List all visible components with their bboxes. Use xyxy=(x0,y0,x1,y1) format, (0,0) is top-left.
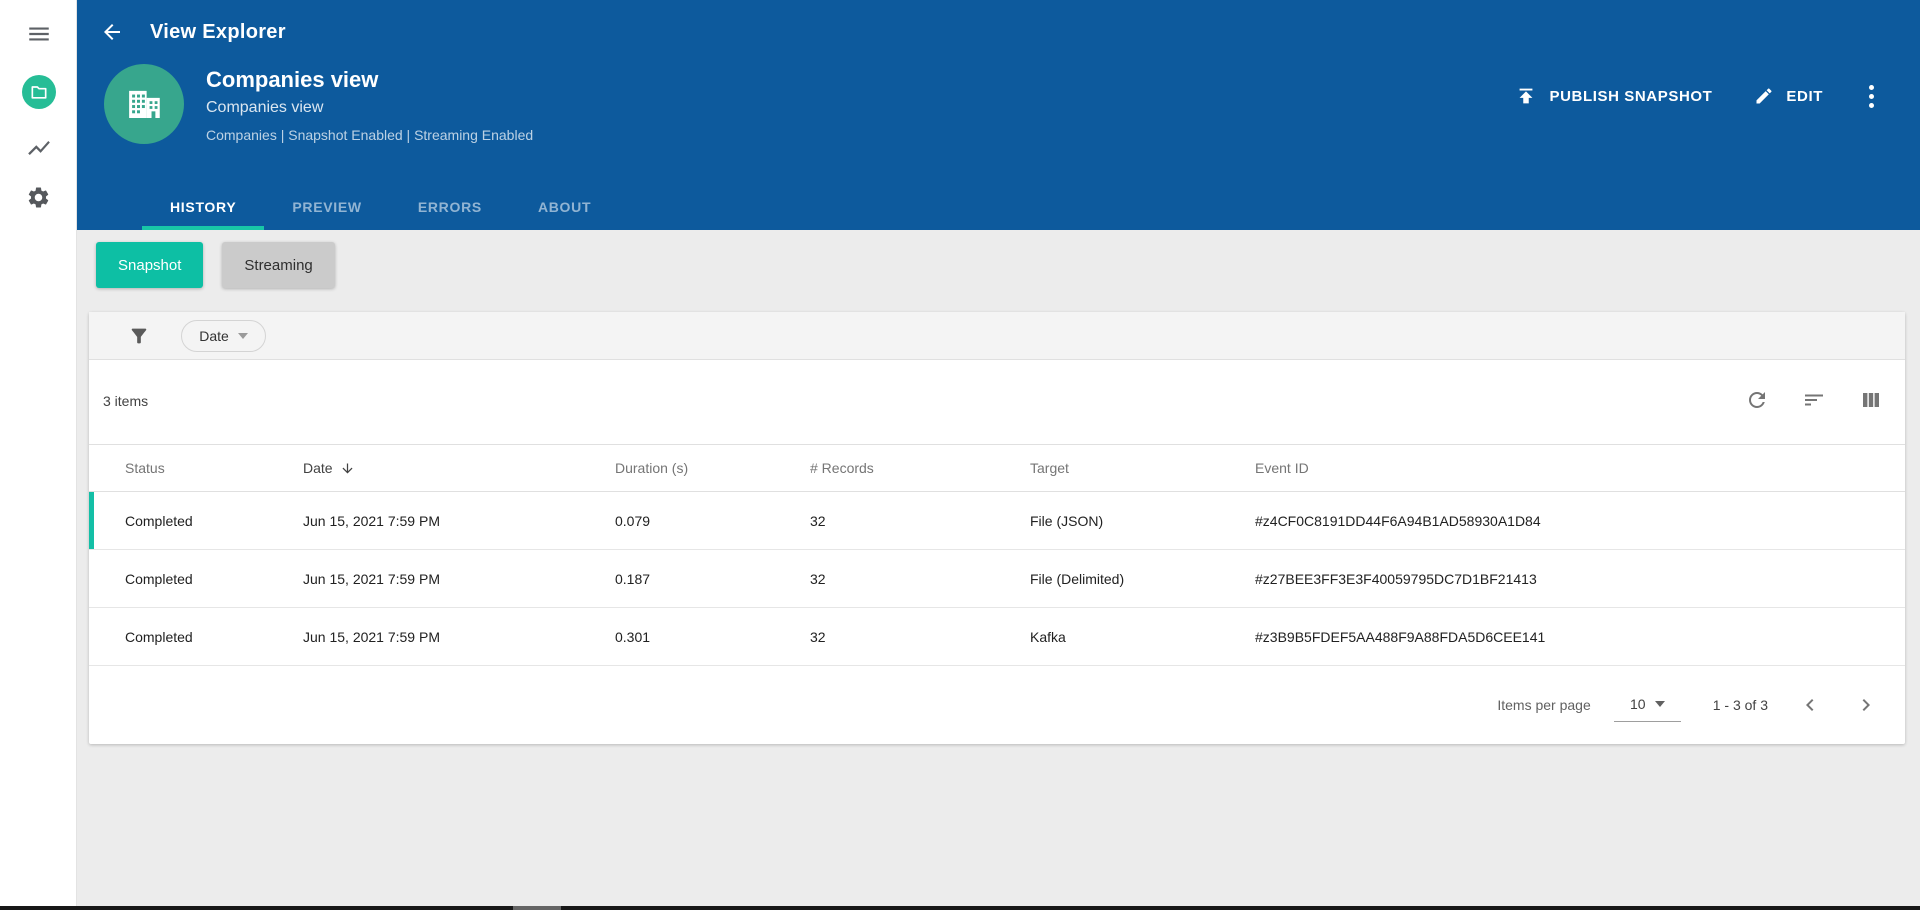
column-header-date[interactable]: Date xyxy=(303,460,615,476)
page-title: View Explorer xyxy=(150,20,286,43)
view-title: Companies view xyxy=(206,67,379,92)
history-table-card: Date 3 items Status Date Duration (s) # … xyxy=(89,312,1905,744)
column-header-event-id[interactable]: Event ID xyxy=(1255,460,1905,476)
cell-event-id: #z3B9B5FDEF5AA488F9A88FDA5D6CEE141 xyxy=(1255,628,1546,645)
view-hero: Companies view Companies view Companies … xyxy=(77,64,1920,145)
cell-date: Jun 15, 2021 7:59 PM xyxy=(303,628,440,645)
sort-icon[interactable] xyxy=(1802,388,1826,412)
cell-records: 32 xyxy=(810,512,826,529)
publish-snapshot-button[interactable]: PUBLISH SNAPSHOT xyxy=(1515,85,1712,107)
table-row[interactable]: Completed Jun 15, 2021 7:59 PM 0.301 32 … xyxy=(89,608,1905,666)
filter-funnel-icon[interactable] xyxy=(128,325,150,347)
view-avatar xyxy=(104,64,184,144)
view-subtitle: Companies view xyxy=(206,99,324,116)
streaming-toggle-button[interactable]: Streaming xyxy=(222,242,335,288)
building-icon xyxy=(129,90,160,118)
pagination-range: 1 - 3 of 3 xyxy=(1712,696,1768,713)
table-header-row: Status Date Duration (s) # Records Targe… xyxy=(89,444,1905,492)
pencil-icon xyxy=(1756,88,1772,104)
table-body: Completed Jun 15, 2021 7:59 PM 0.079 32 … xyxy=(89,492,1905,666)
history-mode-toggle: Snapshot Streaming xyxy=(96,242,335,288)
cell-target: File (Delimited) xyxy=(1030,570,1125,587)
filter-bar: Date xyxy=(89,312,1905,360)
cell-target: File (JSON) xyxy=(1030,512,1104,529)
page-size-select[interactable]: 10 xyxy=(1613,696,1681,722)
gear-icon xyxy=(28,187,49,208)
main-content: Snapshot Streaming Date 3 items Status D… xyxy=(77,230,1920,910)
column-header-target[interactable]: Target xyxy=(1030,460,1255,476)
cell-duration: 0.301 xyxy=(615,628,651,645)
menu-icon[interactable] xyxy=(0,21,77,47)
sidebar-item-views[interactable] xyxy=(0,75,77,109)
publish-upload-icon xyxy=(1520,88,1533,104)
sidebar-item-settings[interactable] xyxy=(0,185,77,210)
tab-errors[interactable]: ERRORS xyxy=(390,184,510,230)
edit-button[interactable]: EDIT xyxy=(1754,86,1823,106)
sort-arrow-down-icon xyxy=(342,463,353,473)
next-page-button[interactable] xyxy=(1852,691,1880,719)
cell-status: Completed xyxy=(125,628,193,645)
table-toolbar: 3 items xyxy=(89,360,1905,444)
previous-page-button[interactable] xyxy=(1796,691,1824,719)
chevron-down-icon xyxy=(1654,701,1665,707)
column-header-duration[interactable]: Duration (s) xyxy=(615,460,810,476)
tab-history[interactable]: HISTORY xyxy=(142,184,265,230)
items-per-page-label: Items per page xyxy=(1497,696,1591,713)
top-bar: View Explorer xyxy=(77,0,1920,64)
view-tabs: HISTORY PREVIEW ERRORS ABOUT xyxy=(142,184,619,230)
items-count: 3 items xyxy=(103,393,149,409)
back-arrow-icon[interactable] xyxy=(98,18,126,46)
view-meta: Companies | Snapshot Enabled | Streaming… xyxy=(206,127,534,143)
folder-icon xyxy=(21,75,56,109)
pagination: Items per page 10 1 - 3 of 3 xyxy=(89,666,1905,743)
chevron-left-icon xyxy=(1806,698,1814,711)
column-header-status[interactable]: Status xyxy=(125,460,303,476)
cell-records: 32 xyxy=(810,628,826,645)
columns-icon[interactable] xyxy=(1859,388,1883,412)
cell-status: Completed xyxy=(125,512,193,529)
horizontal-scrollbar xyxy=(0,906,1920,910)
cell-event-id: #z4CF0C8191DD44F6A94B1AD58930A1D84 xyxy=(1255,512,1541,529)
cell-duration: 0.079 xyxy=(615,512,651,529)
sidebar-item-metrics[interactable] xyxy=(0,135,77,161)
cell-target: Kafka xyxy=(1030,628,1066,645)
date-filter-dropdown[interactable]: Date xyxy=(181,319,266,352)
chevron-down-icon xyxy=(237,332,248,339)
horizontal-scrollbar-thumb[interactable] xyxy=(513,906,561,910)
cell-date: Jun 15, 2021 7:59 PM xyxy=(303,512,440,529)
more-options-kebab-icon[interactable] xyxy=(1865,81,1878,112)
line-chart-icon xyxy=(27,140,50,156)
table-row[interactable]: Completed Jun 15, 2021 7:59 PM 0.187 32 … xyxy=(89,550,1905,608)
tab-about[interactable]: ABOUT xyxy=(510,184,619,230)
snapshot-toggle-button[interactable]: Snapshot xyxy=(96,242,204,288)
header-actions: PUBLISH SNAPSHOT EDIT xyxy=(1515,76,1878,116)
cell-records: 32 xyxy=(810,570,826,587)
cell-date: Jun 15, 2021 7:59 PM xyxy=(303,570,440,587)
cell-event-id: #z27BEE3FF3E3F40059795DC7D1BF21413 xyxy=(1255,570,1537,587)
page-header: View Explorer Companies view Companies v… xyxy=(77,0,1920,230)
left-sidebar xyxy=(0,0,77,910)
cell-status: Completed xyxy=(125,570,193,587)
column-header-records[interactable]: # Records xyxy=(810,460,1030,476)
cell-duration: 0.187 xyxy=(615,570,651,587)
refresh-icon[interactable] xyxy=(1745,388,1769,412)
table-row[interactable]: Completed Jun 15, 2021 7:59 PM 0.079 32 … xyxy=(89,492,1905,550)
tab-preview[interactable]: PREVIEW xyxy=(264,184,389,230)
chevron-right-icon xyxy=(1862,698,1870,711)
